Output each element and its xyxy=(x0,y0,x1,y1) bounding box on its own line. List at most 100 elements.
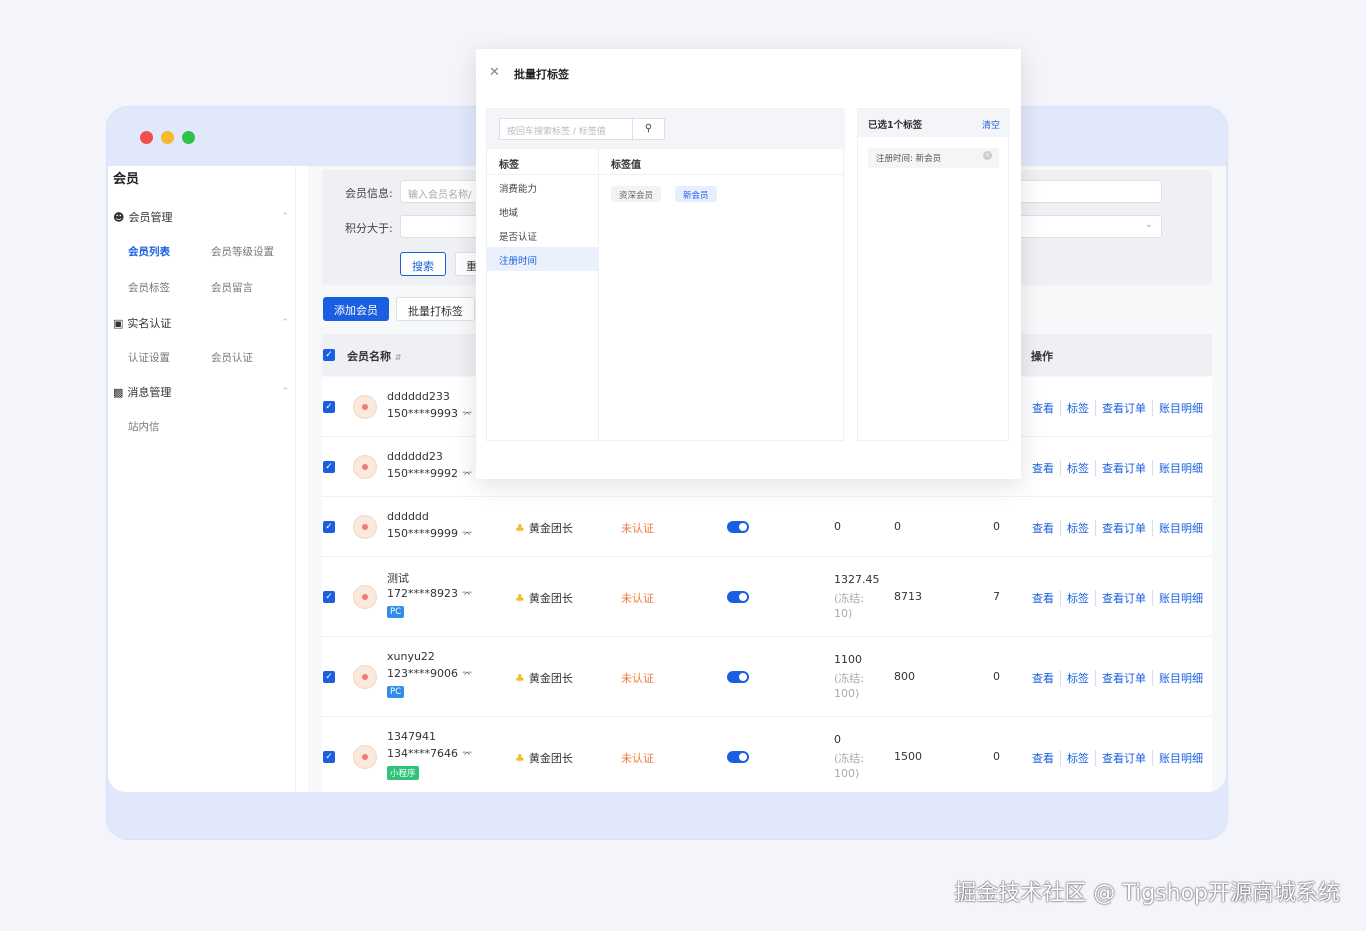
sort-icon[interactable]: ⇵ xyxy=(395,353,402,362)
col-member-name[interactable]: 会员名称 ⇵ xyxy=(347,348,402,364)
row-checkbox[interactable]: ✓ xyxy=(323,461,335,473)
sidebar-item-auth-settings[interactable]: 认证设置 xyxy=(128,350,170,365)
view-link[interactable]: 查看 xyxy=(1032,520,1060,536)
member-name[interactable]: dddddd23 xyxy=(387,450,443,463)
filter-select-right[interactable]: ⌄ xyxy=(1012,215,1162,238)
status-toggle[interactable] xyxy=(727,521,749,533)
tag-column-header: 标签 xyxy=(487,149,599,175)
eye-icon[interactable]: ⌤ xyxy=(462,470,472,480)
member-name[interactable]: dddddd233 xyxy=(387,390,450,403)
view-orders-link[interactable]: 查看订单 xyxy=(1095,590,1152,606)
member-name[interactable]: dddddd xyxy=(387,510,429,523)
sidebar-group-message[interactable]: ▩ 消息管理 ⌃ xyxy=(113,384,289,400)
value-chip-new[interactable]: 新会员 xyxy=(675,186,717,202)
account-detail-link[interactable]: 账目明细 xyxy=(1152,520,1209,536)
level-cell: ♣ 黄金团长 xyxy=(515,752,573,765)
chevron-up-icon: ⌃ xyxy=(281,212,289,222)
member-name[interactable]: xunyu22 xyxy=(387,650,435,663)
tag-link[interactable]: 标签 xyxy=(1060,400,1095,416)
close-icon[interactable]: ✕ xyxy=(489,65,500,80)
tag-link[interactable]: 标签 xyxy=(1060,670,1095,686)
sidebar: 会员 ☻ 会员管理 ⌃ 会员列表 会员等级设置 会员标签 会员留言 ▣ 实名认证… xyxy=(108,166,296,792)
frozen-label: (冻结: xyxy=(834,752,864,765)
select-all-checkbox[interactable]: ✓ xyxy=(323,349,335,361)
sidebar-group-realname[interactable]: ▣ 实名认证 ⌃ xyxy=(113,315,289,331)
view-orders-link[interactable]: 查看订单 xyxy=(1095,750,1152,766)
sidebar-item-member-message[interactable]: 会员留言 xyxy=(211,280,253,295)
account-detail-link[interactable]: 账目明细 xyxy=(1152,750,1209,766)
view-orders-link[interactable]: 查看订单 xyxy=(1095,670,1152,686)
row-checkbox[interactable]: ✓ xyxy=(323,671,335,683)
tag-link[interactable]: 标签 xyxy=(1060,750,1095,766)
account-detail-link[interactable]: 账目明细 xyxy=(1152,670,1209,686)
view-link[interactable]: 查看 xyxy=(1032,400,1060,416)
eye-icon[interactable]: ⌤ xyxy=(462,750,472,760)
row-actions: 查看 标签 查看订单 账目明细 xyxy=(1032,460,1209,476)
auth-status: 未认证 xyxy=(621,522,654,535)
sidebar-group-member[interactable]: ☻ 会员管理 ⌃ xyxy=(113,209,289,225)
row-actions: 查看 标签 查看订单 账目明细 xyxy=(1032,750,1209,766)
sidebar-item-member-list[interactable]: 会员列表 xyxy=(128,244,170,259)
member-name[interactable]: 测试 xyxy=(387,570,409,586)
tag-link[interactable]: 标签 xyxy=(1060,520,1095,536)
status-toggle[interactable] xyxy=(727,751,749,763)
view-orders-link[interactable]: 查看订单 xyxy=(1095,460,1152,476)
tag-item-register-time[interactable]: 注册时间 xyxy=(487,247,599,271)
eye-icon[interactable]: ⌤ xyxy=(462,670,472,680)
search-button[interactable]: 搜索 xyxy=(400,252,446,276)
table-row: ✓ dddddd 150****9999 ⌤ ♣ 黄金团长 未认证 0 0 0 查看 标签 查看订单 账目… xyxy=(322,497,1212,557)
close-dot[interactable] xyxy=(140,131,153,144)
message-icon: ▩ xyxy=(113,385,124,399)
tag-item-consumption[interactable]: 消费能力 xyxy=(487,175,599,199)
avatar xyxy=(353,515,377,539)
status-toggle[interactable] xyxy=(727,591,749,603)
auth-status: 未认证 xyxy=(621,672,654,685)
clear-button[interactable]: 清空 xyxy=(982,118,1000,131)
value-chip-senior[interactable]: 资深会员 xyxy=(611,186,662,202)
view-link[interactable]: 查看 xyxy=(1032,750,1060,766)
member-name[interactable]: 1347941 xyxy=(387,730,436,743)
row-actions: 查看 标签 查看订单 账目明细 xyxy=(1032,670,1209,686)
avatar xyxy=(353,665,377,689)
sidebar-item-inbox[interactable]: 站内信 xyxy=(128,419,160,434)
points: 0 xyxy=(894,520,901,533)
filter-input-right-1[interactable] xyxy=(1012,180,1162,203)
account-detail-link[interactable]: 账目明细 xyxy=(1152,460,1209,476)
sidebar-item-member-auth[interactable]: 会员认证 xyxy=(211,350,253,365)
view-orders-link[interactable]: 查看订单 xyxy=(1095,520,1152,536)
maximize-dot[interactable] xyxy=(182,131,195,144)
auth-status: 未认证 xyxy=(621,752,654,765)
eye-icon[interactable]: ⌤ xyxy=(462,410,472,420)
sidebar-item-member-tag[interactable]: 会员标签 xyxy=(128,280,170,295)
search-icon[interactable]: ⚲ xyxy=(633,118,665,140)
sidebar-item-member-level[interactable]: 会员等级设置 xyxy=(211,244,274,259)
tag-search-input[interactable]: 按回车搜索标签 / 标签值 xyxy=(499,118,633,140)
view-orders-link[interactable]: 查看订单 xyxy=(1095,400,1152,416)
tag-item-verified[interactable]: 是否认证 xyxy=(487,223,599,247)
status-toggle[interactable] xyxy=(727,671,749,683)
eye-icon[interactable]: ⌤ xyxy=(462,530,472,540)
level-cell: ♣ 黄金团长 xyxy=(515,672,573,685)
tag-link[interactable]: 标签 xyxy=(1060,590,1095,606)
points-input[interactable] xyxy=(400,215,480,238)
member-info-input[interactable]: 输入会员名称/ xyxy=(400,180,480,203)
row-checkbox[interactable]: ✓ xyxy=(323,521,335,533)
eye-icon[interactable]: ⌤ xyxy=(462,590,472,600)
balance: 1100 xyxy=(834,653,862,666)
add-member-button[interactable]: 添加会员 xyxy=(323,297,389,321)
avatar xyxy=(353,585,377,609)
minimize-dot[interactable] xyxy=(161,131,174,144)
row-checkbox[interactable]: ✓ xyxy=(323,591,335,603)
view-link[interactable]: 查看 xyxy=(1032,460,1060,476)
view-link[interactable]: 查看 xyxy=(1032,670,1060,686)
row-checkbox[interactable]: ✓ xyxy=(323,751,335,763)
tag-item-region[interactable]: 地域 xyxy=(487,199,599,223)
tag-link[interactable]: 标签 xyxy=(1060,460,1095,476)
batch-tag-button[interactable]: 批量打标签 xyxy=(396,297,475,321)
points: 1500 xyxy=(894,750,922,763)
account-detail-link[interactable]: 账目明细 xyxy=(1152,400,1209,416)
row-checkbox[interactable]: ✓ xyxy=(323,401,335,413)
remove-icon[interactable]: × xyxy=(983,151,992,160)
account-detail-link[interactable]: 账目明细 xyxy=(1152,590,1209,606)
view-link[interactable]: 查看 xyxy=(1032,590,1060,606)
